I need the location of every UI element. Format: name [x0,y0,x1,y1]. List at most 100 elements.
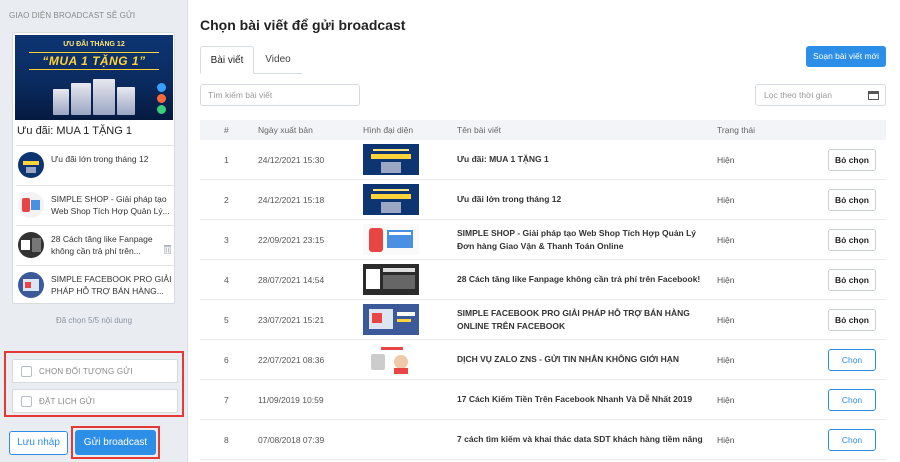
banner-icons [157,83,167,115]
row-index: 5 [224,315,229,325]
table-row: 2 24/12/2021 15:18 Ưu đãi lớn trong thán… [200,180,886,220]
row-index: 7 [224,395,229,405]
table-row: 5 23/07/2021 15:21 SIMPLE FACEBOOK PRO G… [200,300,886,340]
table-row: 4 28/07/2021 14:54 28 Cách tăng like Fan… [200,260,886,300]
list-item[interactable]: Ưu đãi lớn trong tháng 12 [16,145,176,181]
row-title: DỊCH VỤ ZALO ZNS - GỬI TIN NHẮN KHÔNG GI… [457,353,717,366]
col-image: Hình đại diện [363,125,414,135]
deselect-button[interactable]: Bỏ chọn [828,229,876,251]
row-title-line1: Ưu đãi lớn trong tháng 12 [457,194,562,204]
row-title: SIMPLE FACEBOOK PRO GIẢI PHÁP HỖ TRỢ BÁN… [457,307,717,333]
deselect-button[interactable]: Bỏ chọn [828,149,876,171]
date-filter-placeholder: Lọc theo thời gian [764,90,832,100]
send-broadcast-button[interactable]: Gửi broadcast [75,430,156,455]
row-title: SIMPLE SHOP - Giải pháp tạo Web Shop Tíc… [457,227,717,253]
post-thumbnail [18,152,44,178]
row-title-line1: DỊCH VỤ ZALO ZNS - GỬI TIN NHẮN KHÔNG GI… [457,354,680,364]
deselect-button[interactable]: Bỏ chọn [828,309,876,331]
row-title: 28 Cách tăng like Fanpage không cần trả … [457,273,717,286]
search-input[interactable]: Tìm kiếm bài viết [200,84,360,106]
row-status: Hiện [717,315,735,325]
row-status: Hiện [717,435,735,445]
list-item[interactable]: SIMPLE FACEBOOK PRO GIẢI PHÁP HỖ TRỢ BÁN … [16,265,176,301]
post-image [363,144,419,175]
post-thumbnail [18,232,44,258]
banner-top-text: ƯU ĐÃI THÁNG 12 [63,41,125,48]
row-date: 24/12/2021 15:18 [258,195,325,205]
table-row: 1 24/12/2021 15:30 Ưu đãi: MUA 1 TẶNG 1 … [200,140,886,180]
post-image [363,224,419,255]
schedule-option[interactable]: ĐẶT LỊCH GỬI [12,389,178,413]
sidebar: GIAO DIỆN BROADCAST SẼ GỬI ƯU ĐÃI THÁNG … [0,0,188,462]
row-date: 07/08/2018 07:39 [258,435,325,445]
list-item-line2: không cần trả phí trên... [51,246,141,256]
post-image [363,344,419,375]
post-image [363,304,419,335]
row-index: 6 [224,355,229,365]
save-draft-button[interactable]: Lưu nháp [9,431,68,455]
row-title: 7 cách tìm kiếm và khai thác data SDT kh… [457,433,717,446]
tab-posts[interactable]: Bài viết [200,46,254,74]
row-title-line2: ONLINE TRÊN FACEBOOK [457,321,566,331]
table-row: 7 11/09/2019 10:59 17 Cách Kiếm Tiền Trê… [200,380,886,420]
list-item-line1: 28 Cách tăng like Fanpage [51,234,153,244]
post-thumbnail [18,192,44,218]
selected-count: Đã chọn 5/5 nội dung [55,316,133,325]
tab-video[interactable]: Video [254,46,302,74]
trash-icon[interactable] [163,244,172,254]
table-row: 6 22/07/2021 08:36 DỊCH VỤ ZALO ZNS - GỬ… [200,340,886,380]
deselect-button[interactable]: Bỏ chọn [828,189,876,211]
list-item-line1: Ưu đãi lớn trong tháng 12 [51,154,149,164]
calendar-icon[interactable] [868,90,879,100]
select-button[interactable]: Chọn [828,349,876,371]
schedule-label: ĐẶT LỊCH GỬI [39,397,96,406]
choose-audience-checkbox[interactable] [21,366,32,377]
deselect-button[interactable]: Bỏ chọn [828,269,876,291]
choose-audience-option[interactable]: CHỌN ĐỐI TƯỢNG GỬI [12,359,178,383]
row-title: Ưu đãi lớn trong tháng 12 [457,193,717,206]
row-index: 2 [224,195,229,205]
col-status: Trạng thái [717,125,755,135]
row-title-line1: 17 Cách Kiếm Tiền Trên Facebook Nhanh Và… [457,394,693,404]
list-item-line1: SIMPLE FACEBOOK PRO GIẢI [51,274,172,284]
row-date: 22/07/2021 08:36 [258,355,325,365]
col-title: Tên bài viết [457,125,501,135]
row-title-line1: 7 cách tìm kiếm và khai thác data SDT kh… [457,434,703,444]
sidebar-section-title: GIAO DIỆN BROADCAST SẼ GỬI [9,11,136,20]
row-status: Hiện [717,155,735,165]
row-index: 4 [224,275,229,285]
list-item[interactable]: SIMPLE SHOP - Giải pháp tạo Web Shop Tích… [16,185,176,221]
row-title-line1: 28 Cách tăng like Fanpage không cần trả … [457,274,701,284]
tabs-divider [254,73,302,74]
row-status: Hiện [717,235,735,245]
row-status: Hiện [717,195,735,205]
row-index: 3 [224,235,229,245]
row-status: Hiện [717,355,735,365]
row-index: 1 [224,155,229,165]
broadcast-preview-card: ƯU ĐÃI THÁNG 12 “MUA 1 TẶNG 1” Ưu đãi: M… [12,32,176,304]
post-thumbnail [18,272,44,298]
select-button[interactable]: Chọn [828,429,876,451]
row-title-line2: Đơn hàng Giao Vận & Thanh Toán Online [457,241,624,251]
select-button[interactable]: Chọn [828,389,876,411]
list-item[interactable]: 28 Cách tăng like Fanpage không cần trả p… [16,225,176,261]
col-date: Ngày xuất bản [258,125,313,135]
row-status: Hiện [717,395,735,405]
compose-post-button[interactable]: Soạn bài viết mới [806,46,886,67]
date-filter-input[interactable]: Lọc theo thời gian [755,84,886,106]
list-item-line1: SIMPLE SHOP - Giải pháp tạo [51,194,167,204]
schedule-checkbox[interactable] [21,396,32,407]
row-date: 22/09/2021 23:15 [258,235,325,245]
page-title: Chọn bài viết để gửi broadcast [200,17,406,33]
table-row: 8 07/08/2018 07:39 7 cách tìm kiếm và kh… [200,420,886,460]
row-status: Hiện [717,275,735,285]
row-title-line1: Ưu đãi: MUA 1 TẶNG 1 [457,154,549,164]
row-title-line1: SIMPLE SHOP - Giải pháp tạo Web Shop Tíc… [457,228,697,238]
list-item-line2: PHÁP HỖ TRỢ BÁN HÀNG... [51,286,164,296]
table-header: # Ngày xuất bản Hình đại diện Tên bài vi… [200,120,886,140]
row-date: 24/12/2021 15:30 [258,155,325,165]
row-index: 8 [224,435,229,445]
row-title: Ưu đãi: MUA 1 TẶNG 1 [457,153,717,166]
table-row: 3 22/09/2021 23:15 SIMPLE SHOP - Giải ph… [200,220,886,260]
post-image [363,264,419,295]
